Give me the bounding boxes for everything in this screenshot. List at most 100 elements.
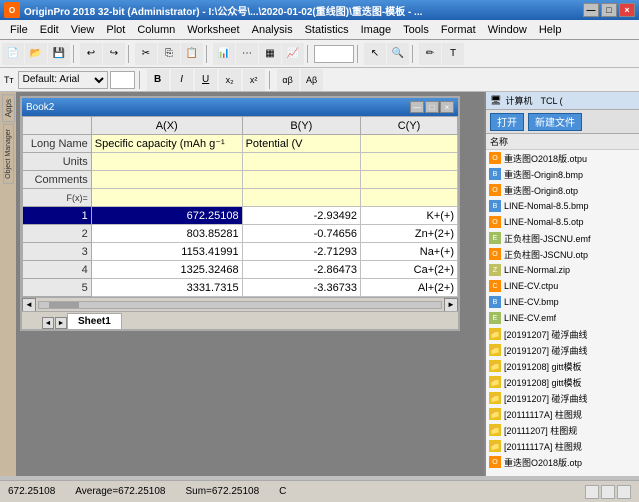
zoom-input[interactable]: 100%	[314, 45, 354, 63]
bottom-btn-1[interactable]	[585, 485, 599, 499]
open-btn[interactable]: 📂	[25, 43, 47, 65]
col-C-longname[interactable]	[361, 135, 458, 153]
row-3-B[interactable]: -2.71293	[242, 243, 360, 261]
list-item[interactable]: E 正负柱图-JSCNU.emf	[486, 230, 639, 246]
menu-image[interactable]: Image	[355, 22, 398, 38]
row-1-B[interactable]: -2.93492	[242, 207, 360, 225]
list-item[interactable]: O 重迭图O2018版.otp	[486, 454, 639, 470]
row-4-B[interactable]: -2.86473	[242, 261, 360, 279]
menu-worksheet[interactable]: Worksheet	[181, 22, 245, 38]
list-item[interactable]: 📁 [20111117A] 柱图规	[486, 438, 639, 454]
book2-maximize[interactable]: □	[425, 101, 439, 113]
list-item[interactable]: 📁 [20191208] gitt模板	[486, 358, 639, 374]
menu-analysis[interactable]: Analysis	[246, 22, 299, 38]
bottom-btn-3[interactable]	[617, 485, 631, 499]
row-5-A[interactable]: 3331.7315	[91, 279, 242, 297]
list-item[interactable]: O 正负柱图-JSCNU.otp	[486, 246, 639, 262]
menu-edit[interactable]: Edit	[34, 22, 65, 38]
greek-btn[interactable]: Αβ	[301, 69, 323, 91]
text-btn[interactable]: T	[442, 43, 464, 65]
col-B-longname[interactable]: Potential (V	[242, 135, 360, 153]
scroll-thumb[interactable]	[49, 302, 79, 308]
col-B-comments[interactable]	[242, 171, 360, 189]
list-item[interactable]: 📁 [20191207] 碰浮曲线	[486, 342, 639, 358]
window-controls[interactable]: — □ ×	[583, 3, 635, 17]
row-5-C[interactable]: Al+(2+)	[361, 279, 458, 297]
row-3-C[interactable]: Na+(+)	[361, 243, 458, 261]
cut-btn[interactable]: ✂	[135, 43, 157, 65]
redo-btn[interactable]: ↪	[103, 43, 125, 65]
minimize-button[interactable]: —	[583, 3, 599, 17]
scatter-btn[interactable]: ⋯	[236, 43, 258, 65]
col-B-fx[interactable]	[242, 189, 360, 207]
col-C-header[interactable]: C(Y)	[361, 117, 458, 135]
col-A-fx[interactable]	[91, 189, 242, 207]
menu-column[interactable]: Column	[131, 22, 181, 38]
menu-help[interactable]: Help	[533, 22, 568, 38]
sheet-tab-1[interactable]: Sheet1	[67, 313, 122, 329]
list-item[interactable]: 📁 [20111117A] 柱图规	[486, 406, 639, 422]
row-4-C[interactable]: Ca+(2+)	[361, 261, 458, 279]
row-1-A[interactable]: 672.25108	[91, 207, 242, 225]
bar-btn[interactable]: ▦	[259, 43, 281, 65]
menu-plot[interactable]: Plot	[100, 22, 131, 38]
vert-label-2[interactable]: Object Manager	[3, 124, 14, 184]
tab-scroll-left[interactable]: ◄	[42, 317, 54, 329]
sup-btn[interactable]: x²	[243, 69, 265, 91]
book2-close[interactable]: ×	[440, 101, 454, 113]
save-btn[interactable]: 💾	[48, 43, 70, 65]
col-A-units[interactable]	[91, 153, 242, 171]
open-button[interactable]: 打开	[490, 113, 524, 131]
list-item[interactable]: C LINE-CV.ctpu	[486, 278, 639, 294]
row-2-header[interactable]: 2	[23, 225, 92, 243]
list-item[interactable]: O 重迭图-Origin8.otp	[486, 182, 639, 198]
tab-scroll-right[interactable]: ►	[55, 317, 67, 329]
list-item[interactable]: B LINE-CV.bmp	[486, 294, 639, 310]
row-1-header[interactable]: 1	[23, 207, 92, 225]
new-btn[interactable]: 📄	[2, 43, 24, 65]
font-selector[interactable]: Default: Arial	[18, 71, 108, 89]
list-item[interactable]: 📁 [20191207] 碰浮曲线	[486, 326, 639, 342]
vert-label-1[interactable]: Apps	[2, 94, 15, 122]
row-3-A[interactable]: 1153.41991	[91, 243, 242, 261]
list-item[interactable]: 📁 [20191208] gitt模板	[486, 374, 639, 390]
col-A-comments[interactable]	[91, 171, 242, 189]
list-item[interactable]: B 重迭图-Origin8.bmp	[486, 166, 639, 182]
h-scrollbar[interactable]: ◄ ►	[22, 297, 458, 311]
list-item[interactable]: Z LINE-Normal.zip	[486, 262, 639, 278]
italic-btn[interactable]: I	[171, 69, 193, 91]
font-size-input[interactable]: 9	[110, 71, 135, 89]
row-2-C[interactable]: Zn+(2+)	[361, 225, 458, 243]
maximize-button[interactable]: □	[601, 3, 617, 17]
draw-btn[interactable]: ✏	[419, 43, 441, 65]
zoom-in-btn[interactable]: 🔍	[387, 43, 409, 65]
menu-file[interactable]: File	[4, 22, 34, 38]
copy-btn[interactable]: ⎘	[158, 43, 180, 65]
underline-btn[interactable]: U	[195, 69, 217, 91]
list-item[interactable]: O 重迭图O2018版.otpu	[486, 150, 639, 166]
list-item[interactable]: O LINE-Nomal-8.5.otp	[486, 214, 639, 230]
col-B-units[interactable]	[242, 153, 360, 171]
close-button[interactable]: ×	[619, 3, 635, 17]
col-C-comments[interactable]	[361, 171, 458, 189]
col-C-fx[interactable]	[361, 189, 458, 207]
line-btn[interactable]: 📈	[282, 43, 304, 65]
row-2-B[interactable]: -0.74656	[242, 225, 360, 243]
menu-statistics[interactable]: Statistics	[299, 22, 355, 38]
bottom-btn-2[interactable]	[601, 485, 615, 499]
new-file-button[interactable]: 新建文件	[528, 113, 582, 131]
row-5-B[interactable]: -3.36733	[242, 279, 360, 297]
sub-btn[interactable]: x₂	[219, 69, 241, 91]
col-C-units[interactable]	[361, 153, 458, 171]
menu-view[interactable]: View	[65, 22, 101, 38]
scroll-track[interactable]	[38, 301, 442, 309]
paste-btn[interactable]: 📋	[181, 43, 203, 65]
pointer-btn[interactable]: ↖	[364, 43, 386, 65]
graph-btn[interactable]: 📊	[213, 43, 235, 65]
scroll-right[interactable]: ►	[444, 298, 458, 312]
row-5-header[interactable]: 5	[23, 279, 92, 297]
scroll-left[interactable]: ◄	[22, 298, 36, 312]
menu-format[interactable]: Format	[435, 22, 482, 38]
menu-window[interactable]: Window	[482, 22, 533, 38]
col-A-header[interactable]: A(X)	[91, 117, 242, 135]
